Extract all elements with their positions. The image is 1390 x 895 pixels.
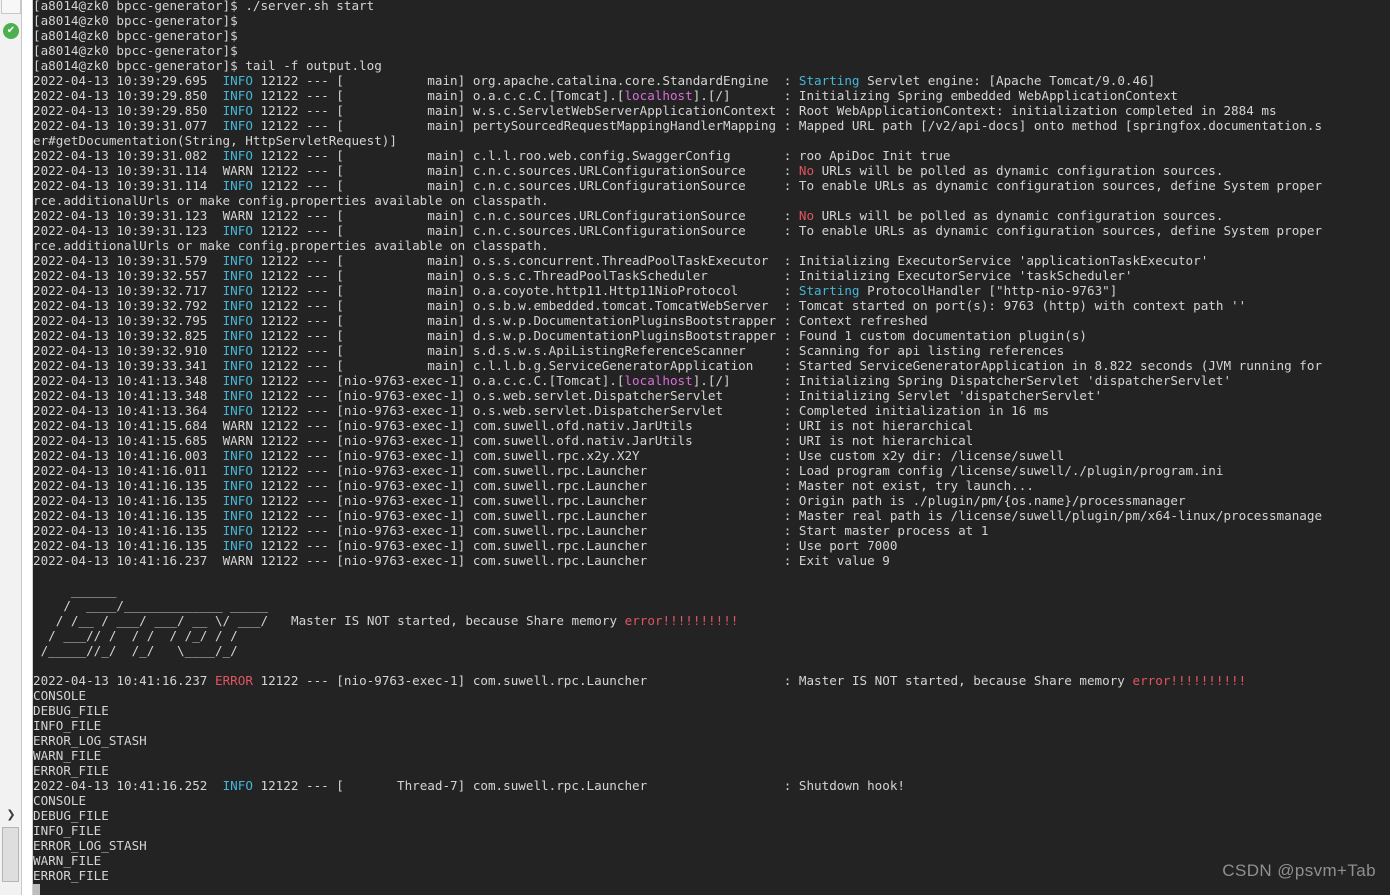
- error-ascii-banner: ______ / ____/_____________ _____ / /__ …: [33, 583, 1390, 658]
- gutter-scroll-thumb[interactable]: [2, 827, 19, 882]
- terminal-plain-line: INFO_FILE: [33, 823, 102, 838]
- screen-root: ✔ ❯ [a8014@zk0 bpcc-generator]$ ./server…: [0, 0, 1390, 895]
- terminal-plain-line: CONSOLE: [33, 688, 87, 703]
- terminal-left-margin: [22, 0, 33, 895]
- terminal-plain-line: WARN_FILE: [33, 748, 102, 763]
- terminal-log-line: 2022-04-13 10:41:16.135 INFO 12122 --- […: [33, 523, 989, 538]
- terminal-log-line: 2022-04-13 10:41:15.685 WARN 12122 --- […: [33, 433, 974, 448]
- terminal-log-line: 2022-04-13 10:39:32.792 INFO 12122 --- […: [33, 298, 1247, 313]
- terminal-prompt-line: [a8014@zk0 bpcc-generator]$: [33, 13, 238, 28]
- run-status-indicator[interactable]: ✔: [1, 20, 21, 42]
- chevron-right-icon[interactable]: ❯: [1, 805, 21, 823]
- terminal-prompt-line: [a8014@zk0 bpcc-generator]$ ./server.sh …: [33, 0, 375, 13]
- terminal-log-line: 2022-04-13 10:39:31.082 INFO 12122 --- […: [33, 148, 951, 163]
- terminal-plain-line: INFO_FILE: [33, 718, 102, 733]
- terminal-log-line: 2022-04-13 10:39:32.825 INFO 12122 --- […: [33, 328, 1087, 343]
- terminal-plain-line: DEBUG_FILE: [33, 703, 109, 718]
- terminal-log-line: 2022-04-13 10:39:33.341 INFO 12122 --- […: [33, 358, 1323, 373]
- terminal-plain-line: DEBUG_FILE: [33, 808, 109, 823]
- terminal-prompt-line: [a8014@zk0 bpcc-generator]$: [33, 43, 238, 58]
- check-circle-icon: ✔: [3, 23, 19, 39]
- terminal-continuation-line: er#getDocumentation(String, HttpServletR…: [33, 133, 397, 148]
- terminal-log-line: 2022-04-13 10:39:31.114 INFO 12122 --- […: [33, 178, 1323, 193]
- terminal-log-line: 2022-04-13 10:39:31.579 INFO 12122 --- […: [33, 253, 1209, 268]
- terminal-log-line: 2022-04-13 10:39:32.795 INFO 12122 --- […: [33, 313, 928, 328]
- terminal-continuation-line: rce.additionalUrls or make config.proper…: [33, 238, 549, 253]
- terminal-log-line: 2022-04-13 10:41:16.135 INFO 12122 --- […: [33, 508, 1323, 523]
- terminal-log-line: 2022-04-13 10:39:31.077 INFO 12122 --- […: [33, 118, 1323, 133]
- terminal-output-pane[interactable]: [a8014@zk0 bpcc-generator]$ ./server.sh …: [33, 0, 1390, 895]
- terminal-log-line: 2022-04-13 10:39:31.114 WARN 12122 --- […: [33, 163, 1224, 178]
- terminal-log-line: 2022-04-13 10:39:29.695 INFO 12122 --- […: [33, 73, 1156, 88]
- terminal-log-line: 2022-04-13 10:41:13.348 INFO 12122 --- […: [33, 373, 1232, 388]
- terminal-plain-line: ERROR_FILE: [33, 868, 109, 883]
- terminal-log-line: 2022-04-13 10:39:32.910 INFO 12122 --- […: [33, 343, 1065, 358]
- terminal-log-line: 2022-04-13 10:41:16.003 INFO 12122 --- […: [33, 448, 1065, 463]
- terminal-log-line: 2022-04-13 10:39:29.850 INFO 12122 --- […: [33, 103, 1277, 118]
- terminal-prompt-line: [a8014@zk0 bpcc-generator]$: [33, 28, 238, 43]
- terminal-continuation-line: rce.additionalUrls or make config.proper…: [33, 193, 549, 208]
- terminal-plain-line: CONSOLE: [33, 793, 87, 808]
- editor-gutter: ✔ ❯: [0, 0, 22, 895]
- watermark-label: CSDN @psvm+Tab: [1222, 861, 1376, 880]
- terminal-plain-line: ERROR_LOG_STASH: [33, 733, 147, 748]
- terminal-log-line: 2022-04-13 10:39:32.557 INFO 12122 --- […: [33, 268, 1133, 283]
- terminal-log-line: 2022-04-13 10:41:16.252 INFO 12122 --- […: [33, 778, 906, 793]
- terminal-log-line: 2022-04-13 10:39:29.850 INFO 12122 --- […: [33, 88, 1178, 103]
- terminal-log-line: 2022-04-13 10:39:31.123 WARN 12122 --- […: [33, 208, 1224, 223]
- terminal-log-line: 2022-04-13 10:39:32.717 INFO 12122 --- […: [33, 283, 1118, 298]
- terminal-log-line: 2022-04-13 10:41:15.684 WARN 12122 --- […: [33, 418, 974, 433]
- gutter-tab-stub: [1, 0, 21, 14]
- terminal-log-line: 2022-04-13 10:41:16.011 INFO 12122 --- […: [33, 463, 1224, 478]
- terminal-prompt-line: [a8014@zk0 bpcc-generator]$ tail -f outp…: [33, 58, 382, 73]
- terminal-plain-line: ERROR_FILE: [33, 763, 109, 778]
- terminal-log-line: 2022-04-13 10:41:13.364 INFO 12122 --- […: [33, 403, 1050, 418]
- terminal-plain-line: ERROR_LOG_STASH: [33, 838, 147, 853]
- terminal-log-line: 2022-04-13 10:41:16.237 ERROR 12122 --- …: [33, 673, 1247, 688]
- terminal-plain-line: WARN_FILE: [33, 853, 102, 868]
- terminal-log-line: 2022-04-13 10:39:31.123 INFO 12122 --- […: [33, 223, 1323, 238]
- terminal-cursor[interactable]: [33, 883, 1390, 895]
- terminal-log-line: 2022-04-13 10:41:16.135 INFO 12122 --- […: [33, 538, 898, 553]
- terminal-log-line: 2022-04-13 10:41:16.135 INFO 12122 --- […: [33, 478, 1034, 493]
- terminal-lines-container: [a8014@zk0 bpcc-generator]$ ./server.sh …: [33, 0, 1390, 895]
- banner-message: Master IS NOT started, because Share mem…: [291, 613, 739, 628]
- terminal-log-line: 2022-04-13 10:41:16.237 WARN 12122 --- […: [33, 553, 890, 568]
- terminal-log-line: 2022-04-13 10:41:16.135 INFO 12122 --- […: [33, 493, 1186, 508]
- terminal-log-line: 2022-04-13 10:41:13.348 INFO 12122 --- […: [33, 388, 1103, 403]
